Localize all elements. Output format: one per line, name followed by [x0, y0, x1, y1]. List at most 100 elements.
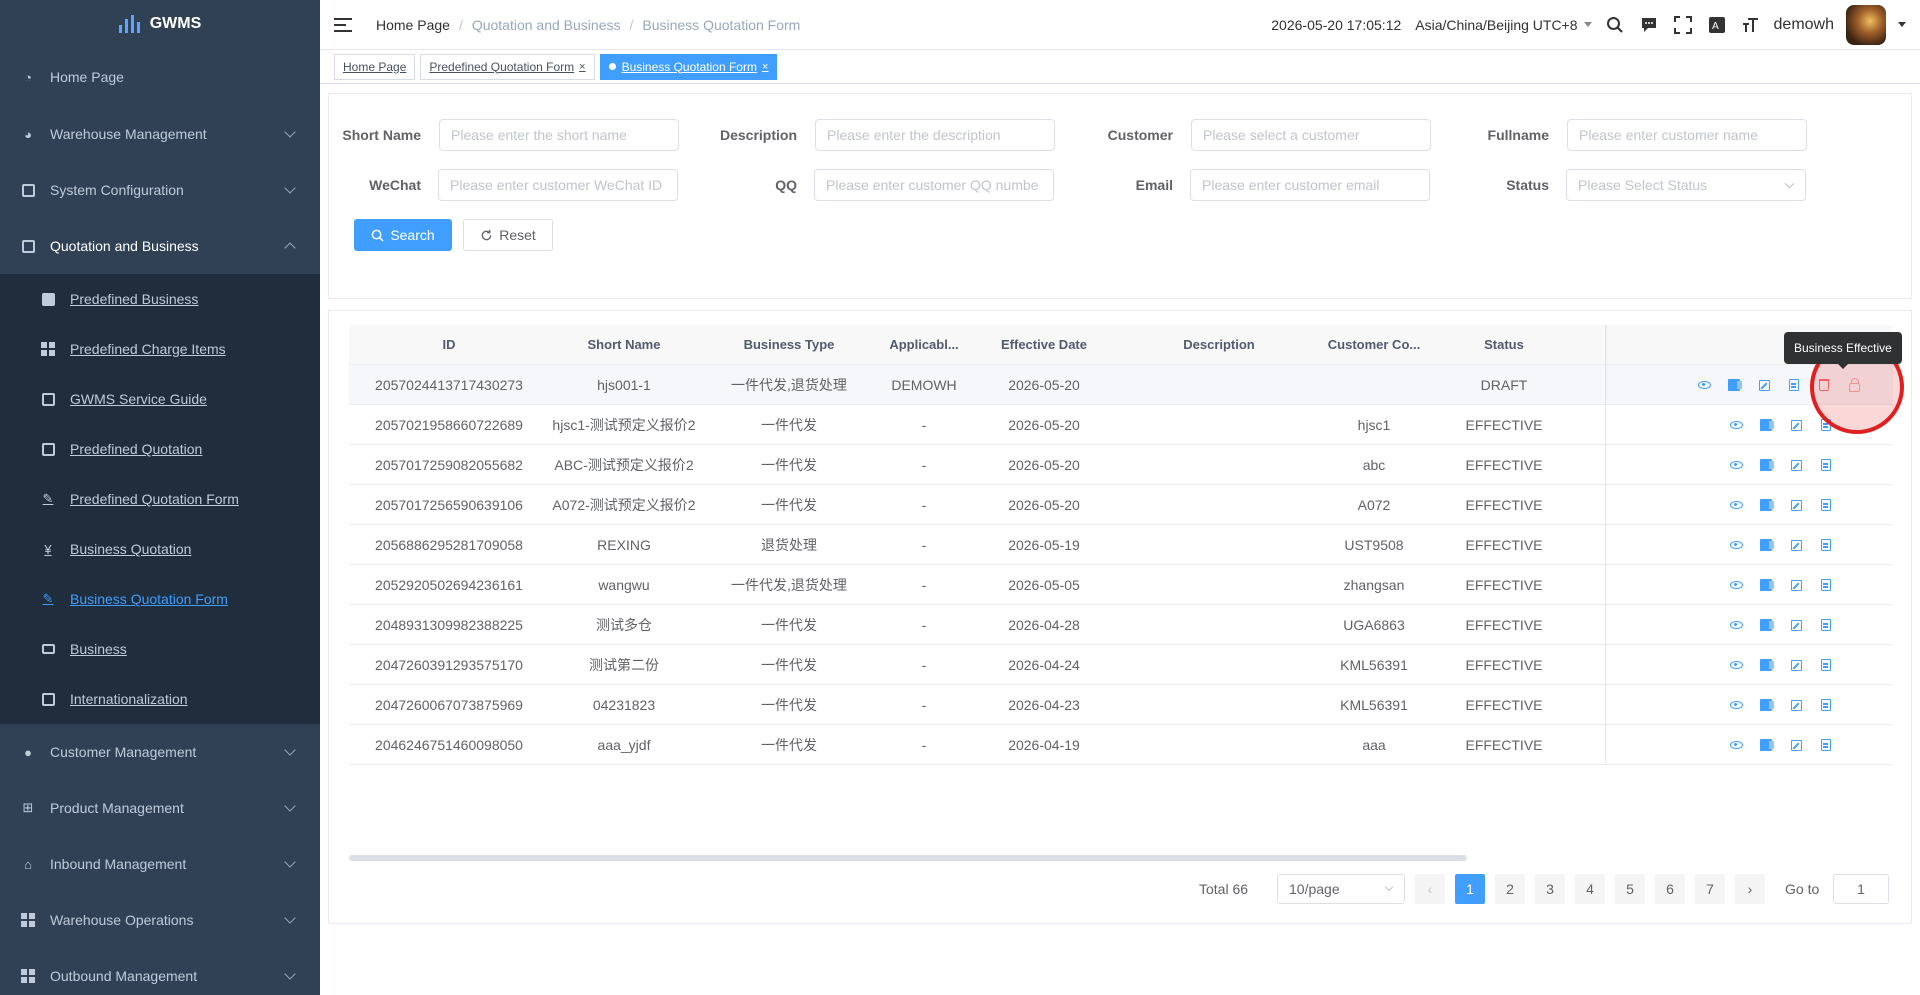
- message-icon[interactable]: [1638, 14, 1660, 36]
- table-row[interactable]: 2047260391293575170 测试第二份 一件代发 - 2026-04-24 K…: [349, 645, 1893, 685]
- view-icon-button[interactable]: [1729, 538, 1743, 552]
- table-row[interactable]: 2047260067073875969 04231823 一件代发 - 2026-04-…: [349, 685, 1893, 725]
- table-row[interactable]: 2048931309982388225 测试多仓 一件代发 - 2026-04-28 UG…: [349, 605, 1893, 645]
- page-button-3[interactable]: 3: [1535, 874, 1565, 904]
- avatar[interactable]: [1846, 4, 1886, 45]
- page-size-select[interactable]: 10/page: [1277, 874, 1405, 904]
- table-row[interactable]: 2046246751460098050 aaa_yjdf 一件代发 - 2026-04-…: [349, 725, 1893, 765]
- search-button[interactable]: Search: [354, 219, 452, 251]
- document-icon-button[interactable]: [1819, 458, 1833, 472]
- email-input[interactable]: Please enter customer email: [1190, 169, 1430, 201]
- document-icon-button[interactable]: [1787, 378, 1801, 392]
- document-icon-button[interactable]: [1819, 538, 1833, 552]
- view-icon-button[interactable]: [1729, 498, 1743, 512]
- breadcrumb-item-home[interactable]: Home Page: [376, 17, 450, 33]
- qq-input[interactable]: Please enter customer QQ numbe: [814, 169, 1054, 201]
- export-word-icon-button[interactable]: [1759, 658, 1774, 672]
- sidebar-item-outbound-management[interactable]: Outbound Management: [0, 948, 320, 995]
- edit-icon-button[interactable]: [1789, 578, 1803, 592]
- table-row[interactable]: 2057024413717430273 hjs001-1 一件代发,退货处理 DEMO…: [349, 365, 1893, 405]
- prev-page-button[interactable]: ‹: [1415, 874, 1445, 904]
- reset-button[interactable]: Reset: [463, 219, 553, 251]
- export-word-icon-button[interactable]: [1759, 578, 1774, 592]
- page-button-2[interactable]: 2: [1495, 874, 1525, 904]
- view-icon-button[interactable]: [1729, 578, 1743, 592]
- table-row[interactable]: 2052920502694236161 wangwu 一件代发,退货处理 - 2026-…: [349, 565, 1893, 605]
- sidebar-item-warehouse-management[interactable]: ◕ Warehouse Management: [0, 106, 320, 162]
- document-icon-button[interactable]: [1819, 698, 1833, 712]
- sidebar-item-quotation-and-business[interactable]: Quotation and Business: [0, 218, 320, 274]
- next-page-button[interactable]: ›: [1735, 874, 1765, 904]
- edit-icon-button[interactable]: [1789, 618, 1803, 632]
- close-icon[interactable]: ×: [762, 61, 768, 73]
- edit-icon-button[interactable]: [1757, 378, 1771, 392]
- table-row[interactable]: 2057021958660722689 hjsc1-测试预定义报价2 一件代发 - 20…: [349, 405, 1893, 445]
- tag-home-page[interactable]: Home Page: [334, 53, 416, 80]
- sidebar-subitem-business[interactable]: Business: [0, 624, 320, 674]
- column-header-customer-code[interactable]: Customer Co...: [1319, 325, 1429, 365]
- sidebar-subitem-predefined-quotation[interactable]: Predefined Quotation: [0, 424, 320, 474]
- sidebar-subitem-gwms-service-guide[interactable]: GWMS Service Guide: [0, 374, 320, 424]
- column-header-applicable[interactable]: Applicabl...: [879, 325, 969, 365]
- export-word-icon-button[interactable]: [1759, 538, 1774, 552]
- export-word-icon-button[interactable]: [1759, 698, 1774, 712]
- wechat-input[interactable]: Please enter customer WeChat ID: [438, 169, 678, 201]
- caret-down-icon[interactable]: [1898, 22, 1906, 27]
- edit-icon-button[interactable]: [1789, 458, 1803, 472]
- language-switch-icon[interactable]: A: [1706, 14, 1728, 36]
- sidebar-subitem-predefined-business[interactable]: Predefined Business: [0, 274, 320, 324]
- edit-icon-button[interactable]: [1789, 498, 1803, 512]
- sidebar-item-customer-management[interactable]: ● Customer Management: [0, 724, 320, 780]
- sidebar-item-home-page[interactable]: ◔ Home Page: [0, 48, 320, 106]
- view-icon-button[interactable]: [1729, 738, 1743, 752]
- username[interactable]: demowh: [1774, 16, 1834, 34]
- short-name-input[interactable]: Please enter the short name: [439, 119, 679, 151]
- fullscreen-icon[interactable]: [1672, 14, 1694, 36]
- view-icon-button[interactable]: [1729, 458, 1743, 472]
- sidebar-subitem-predefined-charge-items[interactable]: Predefined Charge Items: [0, 324, 320, 374]
- description-input[interactable]: Please enter the description: [815, 119, 1055, 151]
- sidebar-subitem-internationalization[interactable]: Internationalization: [0, 674, 320, 724]
- column-header-id[interactable]: ID: [349, 325, 549, 365]
- column-header-effective-date[interactable]: Effective Date: [969, 325, 1119, 365]
- view-icon-button[interactable]: [1729, 698, 1743, 712]
- edit-icon-button[interactable]: [1789, 738, 1803, 752]
- sidebar-item-warehouse-operations[interactable]: Warehouse Operations: [0, 892, 320, 948]
- sidebar-item-inbound-management[interactable]: ⌂ Inbound Management: [0, 836, 320, 892]
- sidebar-item-system-configuration[interactable]: System Configuration: [0, 162, 320, 218]
- page-button-5[interactable]: 5: [1615, 874, 1645, 904]
- view-icon-button[interactable]: [1729, 418, 1743, 432]
- document-icon-button[interactable]: [1819, 578, 1833, 592]
- page-button-4[interactable]: 4: [1575, 874, 1605, 904]
- export-word-icon-button[interactable]: [1759, 618, 1774, 632]
- document-icon-button[interactable]: [1819, 498, 1833, 512]
- document-icon-button[interactable]: [1819, 738, 1833, 752]
- export-word-icon-button[interactable]: [1759, 418, 1774, 432]
- view-icon-button[interactable]: [1729, 658, 1743, 672]
- page-button-7[interactable]: 7: [1695, 874, 1725, 904]
- view-icon-button[interactable]: [1729, 618, 1743, 632]
- horizontal-scrollbar[interactable]: [349, 855, 1467, 861]
- document-icon-button[interactable]: [1819, 658, 1833, 672]
- sidebar-subitem-predefined-quotation-form[interactable]: ✎ Predefined Quotation Form: [0, 474, 320, 524]
- table-row[interactable]: 2057017259082055682 ABC-测试预定义报价2 一件代发 - 2026…: [349, 445, 1893, 485]
- close-icon[interactable]: ×: [579, 61, 585, 73]
- search-icon[interactable]: [1604, 14, 1626, 36]
- column-header-status[interactable]: Status: [1449, 325, 1559, 365]
- column-header-description[interactable]: Description: [1119, 325, 1319, 365]
- page-button-6[interactable]: 6: [1655, 874, 1685, 904]
- sidebar-item-product-management[interactable]: ⊞ Product Management: [0, 780, 320, 836]
- export-word-icon-button[interactable]: [1759, 738, 1774, 752]
- view-icon-button[interactable]: [1697, 378, 1711, 392]
- export-word-icon-button[interactable]: [1759, 458, 1774, 472]
- tag-business-quotation-form[interactable]: Business Quotation Form ×: [599, 53, 778, 80]
- goto-page-input[interactable]: 1: [1833, 874, 1889, 904]
- app-logo[interactable]: GWMS: [0, 0, 320, 48]
- column-header-short-name[interactable]: Short Name: [549, 325, 699, 365]
- breadcrumb-item-quotation[interactable]: Quotation and Business: [472, 17, 621, 33]
- column-header-business-type[interactable]: Business Type: [699, 325, 879, 365]
- font-size-icon[interactable]: [1740, 14, 1762, 36]
- edit-icon-button[interactable]: [1789, 658, 1803, 672]
- timezone-select[interactable]: Asia/China/Beijing UTC+8: [1415, 17, 1592, 33]
- page-button-1[interactable]: 1: [1455, 874, 1485, 904]
